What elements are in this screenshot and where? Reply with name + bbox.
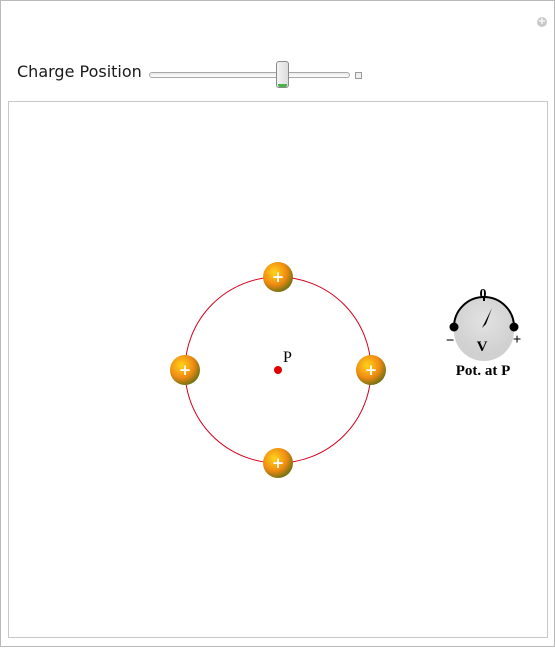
- voltmeter-icon: 0 − + V: [446, 287, 522, 361]
- point-p-marker: [274, 366, 282, 374]
- scene-canvas: P + + + + 0 − + V Pot. at P: [170, 262, 522, 478]
- meter-unit-label: V: [477, 339, 488, 355]
- point-p-label: P: [283, 349, 292, 366]
- charge-sign: +: [179, 361, 192, 379]
- charge-sign: +: [272, 268, 285, 286]
- charge-sign: +: [272, 454, 285, 472]
- charge-left: +: [170, 355, 200, 385]
- meter-caption: Pot. at P: [456, 363, 511, 379]
- charge-bottom: +: [263, 448, 293, 478]
- demo-window: + Charge Position P + + + + 0 − + V Pot.…: [0, 0, 555, 647]
- charge-sign: +: [365, 361, 378, 379]
- charge-top: +: [263, 262, 293, 292]
- meter-minus-label: −: [446, 333, 455, 349]
- charge-right: +: [356, 355, 386, 385]
- meter-zero-label: 0: [480, 287, 487, 302]
- meter-plus-label: +: [513, 332, 522, 348]
